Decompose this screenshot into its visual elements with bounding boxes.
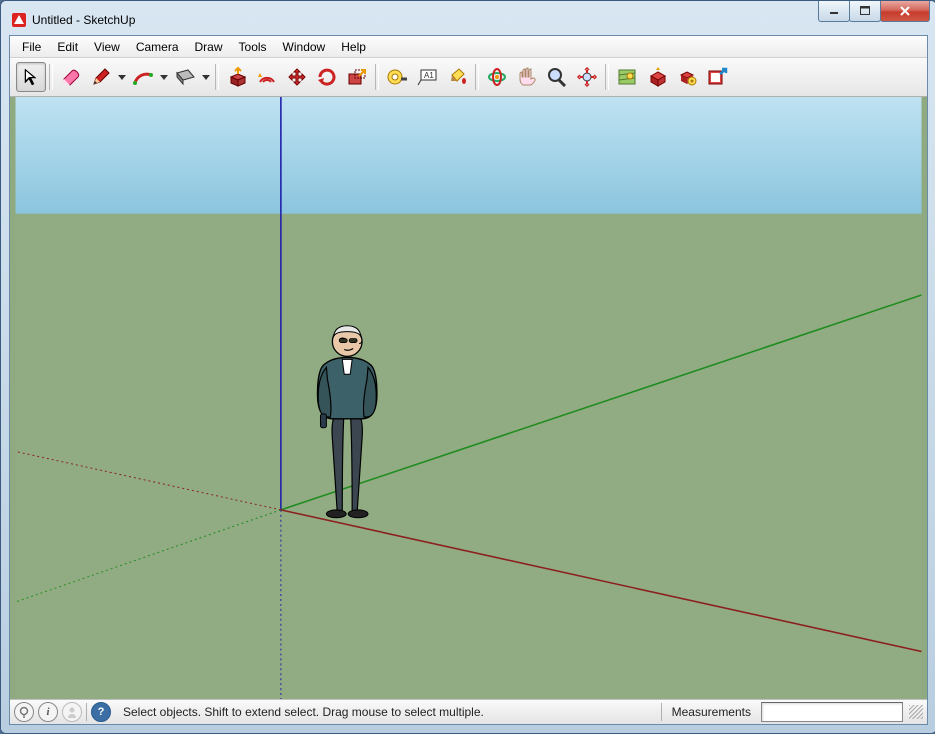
ground: [16, 214, 922, 699]
status-hint: Select objects. Shift to extend select. …: [115, 705, 657, 719]
cursor-icon: [21, 67, 41, 87]
menu-draw[interactable]: Draw: [187, 38, 231, 56]
rotate-icon: [316, 67, 338, 87]
map-icon: [616, 67, 638, 87]
close-button[interactable]: [880, 1, 930, 22]
user-icon[interactable]: [62, 702, 82, 722]
menu-help[interactable]: Help: [333, 38, 374, 56]
help-icon[interactable]: ?: [91, 702, 111, 722]
move-tool[interactable]: [282, 62, 312, 92]
titlebar[interactable]: Untitled - SketchUp: [9, 9, 928, 31]
eraser-tool[interactable]: [56, 62, 86, 92]
app-icon: [11, 12, 27, 28]
hand-icon: [516, 67, 538, 87]
maximize-button[interactable]: [849, 1, 881, 22]
scene-canvas: [10, 97, 927, 699]
tape-measure-tool[interactable]: [382, 62, 412, 92]
push-pull-icon: [226, 67, 248, 87]
share-model-tool[interactable]: [702, 62, 732, 92]
previous-view-tool[interactable]: [612, 62, 642, 92]
component-options-tool[interactable]: [672, 62, 702, 92]
get-models-tool[interactable]: [642, 62, 672, 92]
window-controls: [819, 1, 930, 22]
menu-edit[interactable]: Edit: [49, 38, 86, 56]
pencil-icon: [91, 67, 111, 87]
text-tool[interactable]: A1: [412, 62, 442, 92]
separator: [605, 64, 609, 90]
move-icon: [286, 67, 308, 87]
zoom-icon: [546, 67, 568, 87]
statusbar: i ? Select objects. Shift to extend sele…: [10, 699, 927, 724]
scale-tool[interactable]: [342, 62, 372, 92]
menu-window[interactable]: Window: [275, 38, 334, 56]
orbit-icon: [486, 67, 508, 87]
export-icon: [706, 67, 728, 87]
arc-icon: [132, 67, 154, 87]
warehouse-icon: [646, 67, 668, 87]
menubar: File Edit View Camera Draw Tools Window …: [10, 36, 927, 58]
line-tool-dropdown[interactable]: [116, 63, 128, 91]
scale-icon: [346, 67, 368, 87]
window-frame: Untitled - SketchUp File Edit View Camer…: [1, 1, 935, 733]
menu-file[interactable]: File: [14, 38, 49, 56]
separator: [49, 64, 53, 90]
resize-grip[interactable]: [909, 705, 923, 719]
toolbar: A1: [10, 58, 927, 97]
offset-tool[interactable]: [252, 62, 282, 92]
offset-icon: [256, 67, 278, 87]
minimize-button[interactable]: [818, 1, 850, 22]
zoom-extents-icon: [576, 67, 598, 87]
window-title: Untitled - SketchUp: [32, 13, 926, 27]
rectangle-tool[interactable]: [170, 62, 200, 92]
separator: [375, 64, 379, 90]
sky: [16, 97, 922, 214]
geolocation-icon[interactable]: [14, 702, 34, 722]
paint-icon: [446, 67, 468, 87]
pan-tool[interactable]: [512, 62, 542, 92]
menu-view[interactable]: View: [86, 38, 128, 56]
viewport[interactable]: [10, 97, 927, 699]
gear-box-icon: [676, 67, 698, 87]
separator: [475, 64, 479, 90]
zoom-extents-tool[interactable]: [572, 62, 602, 92]
credits-icon[interactable]: i: [38, 702, 58, 722]
client-area: File Edit View Camera Draw Tools Window …: [9, 35, 928, 725]
menu-tools[interactable]: Tools: [231, 38, 275, 56]
paint-bucket-tool[interactable]: [442, 62, 472, 92]
rectangle-tool-dropdown[interactable]: [200, 63, 212, 91]
separator: [86, 703, 87, 721]
menu-camera[interactable]: Camera: [128, 38, 187, 56]
arc-tool-dropdown[interactable]: [158, 63, 170, 91]
zoom-tool[interactable]: [542, 62, 572, 92]
svg-text:A1: A1: [424, 71, 434, 80]
eraser-icon: [60, 67, 82, 87]
push-pull-tool[interactable]: [222, 62, 252, 92]
app-window: Untitled - SketchUp File Edit View Camer…: [0, 0, 935, 734]
orbit-tool[interactable]: [482, 62, 512, 92]
rectangle-icon: [174, 67, 196, 87]
rotate-tool[interactable]: [312, 62, 342, 92]
line-tool[interactable]: [86, 62, 116, 92]
separator: [215, 64, 219, 90]
separator: [661, 703, 662, 721]
measurements-label: Measurements: [666, 705, 757, 719]
arc-tool[interactable]: [128, 62, 158, 92]
select-tool[interactable]: [16, 62, 46, 92]
tape-icon: [386, 67, 408, 87]
measurements-input[interactable]: [761, 702, 903, 722]
text-icon: A1: [416, 67, 438, 87]
